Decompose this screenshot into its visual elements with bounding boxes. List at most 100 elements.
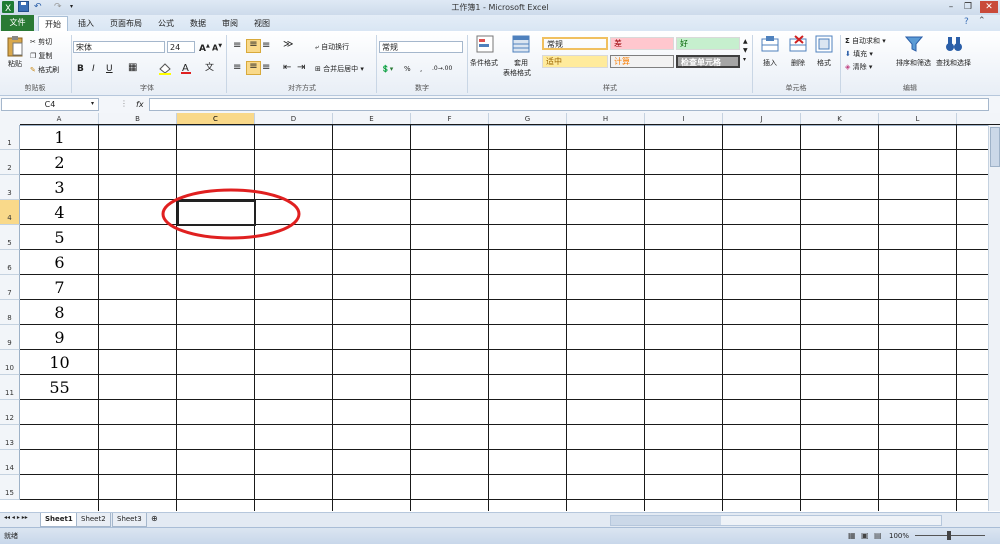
row-header-15[interactable]: 15 [0,475,20,500]
orientation-icon[interactable]: ≫ [283,40,293,50]
vertical-scroll-thumb[interactable] [990,127,1000,167]
new-sheet-icon[interactable]: ⊕ [151,514,158,523]
clear-button[interactable]: ◈ 清除 ▾ [845,62,872,72]
row-header-14[interactable]: 14 [0,450,20,475]
table-format-label2[interactable]: 表格格式 [503,68,531,78]
cell-a1[interactable]: 1 [21,127,98,149]
fill-button[interactable]: ⬇ 填充 ▾ [845,49,873,59]
sheet-tab-1[interactable]: Sheet1 [40,513,78,527]
style-bad[interactable]: 差 [610,37,674,50]
horizontal-scroll-thumb[interactable] [611,516,721,525]
tab-formulas[interactable]: 公式 [152,16,180,31]
sort-filter-button[interactable]: 排序和筛选 [896,58,931,68]
cell-a2[interactable]: 2 [21,152,98,174]
row-header-1[interactable]: 1 [0,125,20,150]
worksheet-grid[interactable]: ABCDEFGHIJKL 1 2 3 4 5 6 7 8 9 10 11 12 13 14 15 12345… [0,113,1000,511]
tab-home[interactable]: 开始 [38,16,68,32]
name-box[interactable]: C4 [1,98,99,111]
style-good[interactable]: 好 [676,37,740,50]
binoculars-icon[interactable] [945,35,963,56]
cell-a10[interactable]: 10 [21,352,98,374]
style-normal[interactable]: 常规 [542,37,608,50]
delete-button[interactable]: 删除 [791,58,805,68]
style-check-cell[interactable]: 检查单元格 [676,55,740,68]
tab-file[interactable]: 文件 [1,15,34,31]
row-header-2[interactable]: 2 [0,150,20,175]
zoom-slider-thumb[interactable] [947,531,951,540]
row-header-5[interactable]: 5 [0,225,20,250]
fill-color-icon[interactable] [158,63,172,78]
horizontal-scrollbar[interactable] [610,515,942,526]
insert-button[interactable]: 插入 [763,58,777,68]
cell-a6[interactable]: 6 [21,252,98,274]
underline-button[interactable]: U [106,64,113,74]
row-header-7[interactable]: 7 [0,275,20,300]
cell-a11[interactable]: 55 [21,377,98,399]
tab-insert[interactable]: 插入 [72,16,100,31]
increase-decimal-icon[interactable]: .0→.00 [432,64,452,74]
align-left-icon[interactable]: ≡ [233,63,241,73]
row-header-4[interactable]: 4 [0,200,20,225]
merge-center-button[interactable]: ⊞ 合并后居中 ▾ [315,64,364,74]
copy-button[interactable]: ❐ 复制 [30,51,53,61]
cell-a3[interactable]: 3 [21,177,98,199]
sheet-nav-icon[interactable]: ◂◂ ◂ ▸ ▸▸ [4,514,28,521]
table-format-icon[interactable] [512,35,530,56]
bold-button[interactable]: B [77,64,84,74]
ribbon-minimize-icon[interactable]: ⌃ [978,16,986,26]
tab-page-layout[interactable]: 页面布局 [104,16,148,31]
font-name-select[interactable]: 宋体 [73,41,165,53]
row-header-12[interactable]: 12 [0,400,20,425]
cell-a8[interactable]: 8 [21,302,98,324]
restore-icon[interactable]: ❐ [961,1,975,13]
borders-icon[interactable]: ▦ [128,63,137,73]
cell-a4[interactable]: 4 [21,202,98,224]
conditional-format-icon[interactable] [476,35,494,56]
cell-a7[interactable]: 7 [21,277,98,299]
sheet-tab-2[interactable]: Sheet2 [76,513,111,527]
align-top-icon[interactable]: ≡ [233,41,241,51]
insert-function-button[interactable]: fx [136,98,144,111]
cell-a9[interactable]: 9 [21,327,98,349]
sheet-tab-3[interactable]: Sheet3 [112,513,147,527]
row-header-3[interactable]: 3 [0,175,20,200]
row-header-6[interactable]: 6 [0,250,20,275]
find-select-button[interactable]: 查找和选择 [936,58,971,68]
currency-icon[interactable]: 💲▾ [381,64,393,74]
decrease-indent-icon[interactable]: ⇤ [283,63,291,73]
row-header-11[interactable]: 11 [0,375,20,400]
percent-button[interactable]: % [404,64,411,74]
increase-indent-icon[interactable]: ⇥ [297,63,305,73]
autosum-button[interactable]: Σ 自动求和 ▾ [845,36,886,46]
insert-cells-icon[interactable] [761,35,779,56]
align-center-icon[interactable]: ≡ [246,61,261,75]
row-header-13[interactable]: 13 [0,425,20,450]
delete-cells-icon[interactable] [789,35,807,56]
comma-button[interactable]: , [420,64,422,74]
styles-scroll-icon[interactable]: ▲ ▼ ▾ [743,37,748,64]
format-cells-icon[interactable] [815,35,833,56]
phonetic-icon[interactable]: 文 [205,63,214,73]
format-button[interactable]: 格式 [817,58,831,68]
formula-input[interactable] [149,98,989,111]
tab-review[interactable]: 审阅 [216,16,244,31]
cell-a5[interactable]: 5 [21,227,98,249]
paste-button[interactable]: 粘贴 [8,59,22,69]
tab-data[interactable]: 数据 [184,16,212,31]
minimize-icon[interactable]: – [944,1,958,13]
number-format-select[interactable]: 常规 [379,41,463,53]
format-painter-button[interactable]: ✎ 格式刷 [30,65,59,75]
font-size-select[interactable]: 24 [167,41,195,53]
paste-icon[interactable] [6,35,24,60]
table-format-label[interactable]: 套用 [514,58,528,68]
conditional-format-button[interactable]: 条件格式 [470,58,498,68]
italic-button[interactable]: I [92,64,95,74]
row-header-10[interactable]: 10 [0,350,20,375]
row-header-9[interactable]: 9 [0,325,20,350]
name-box-dropdown-icon[interactable]: ▾ [91,100,94,107]
shrink-font-icon[interactable]: A▼ [212,41,222,54]
align-middle-icon[interactable]: ≡ [246,39,261,53]
view-layout-icon[interactable]: ▣ [861,531,869,540]
view-normal-icon[interactable]: ▦ [848,531,856,540]
style-neutral[interactable]: 适中 [542,55,608,68]
